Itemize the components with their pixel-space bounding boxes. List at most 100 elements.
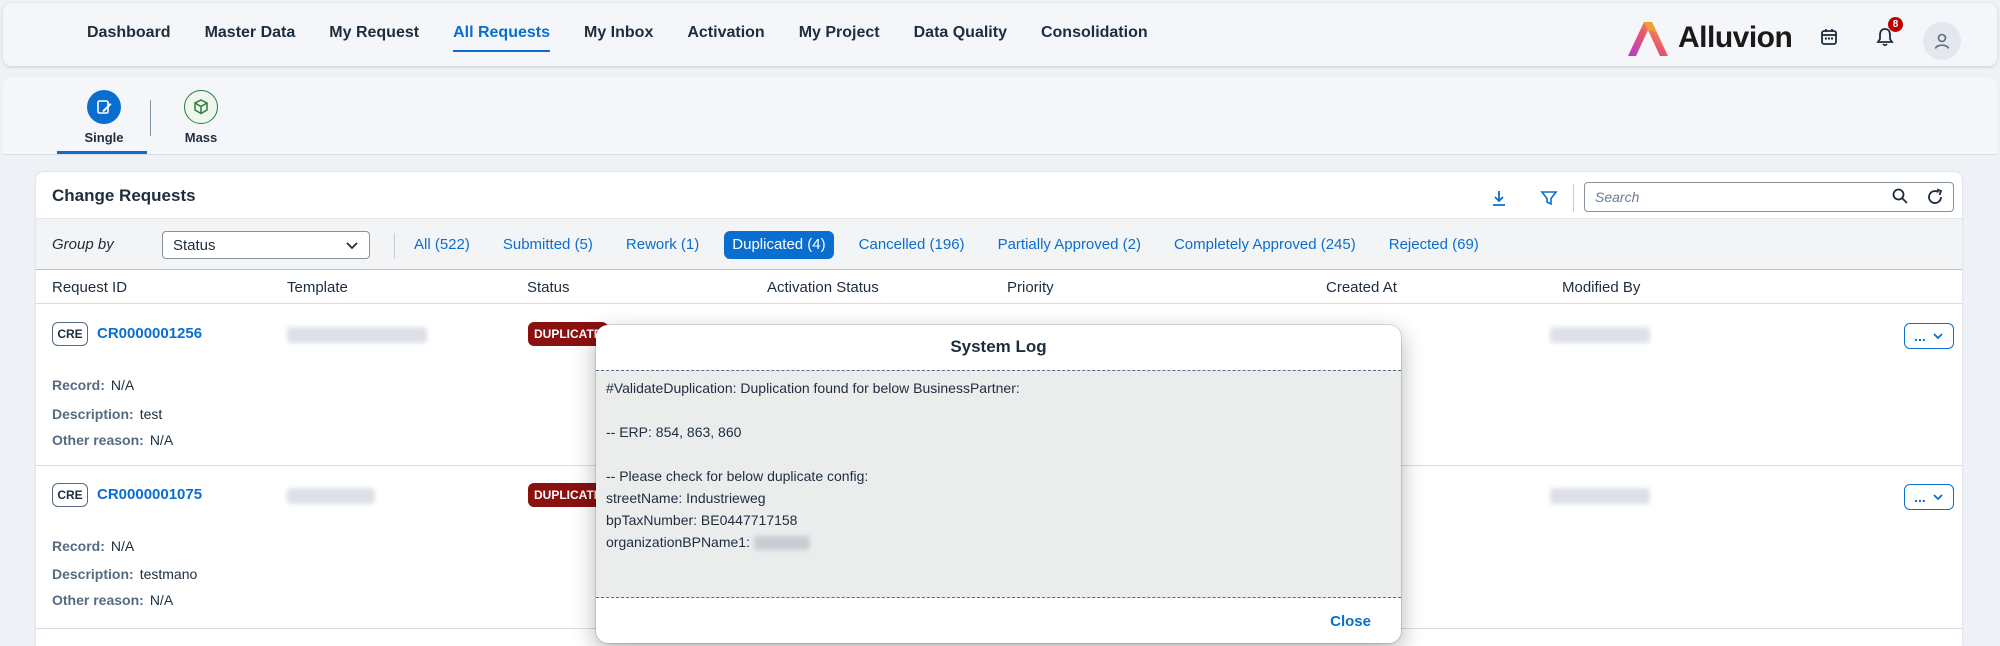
- description-value: testmano: [139, 566, 198, 582]
- column-request-id[interactable]: Request ID: [52, 279, 127, 296]
- tab-completely-approved[interactable]: Completely Approved (245): [1166, 231, 1364, 259]
- row-actions-button[interactable]: ...: [1904, 323, 1954, 349]
- brand-logo: Alluvion: [1626, 18, 1793, 58]
- bell-icon[interactable]: 8: [1873, 17, 1903, 49]
- row-description: Description: test: [52, 406, 162, 422]
- mode-mass-label: Mass: [184, 130, 218, 145]
- nav-my-inbox[interactable]: My Inbox: [567, 3, 670, 66]
- status-tabs: All (522) Submitted (5) Rework (1) Dupli…: [406, 231, 1504, 259]
- system-log-dialog: System Log #ValidateDuplication: Duplica…: [596, 325, 1401, 643]
- table-header: Request ID Template Status Activation St…: [36, 270, 1962, 304]
- row-description: Description: testmano: [52, 566, 197, 582]
- main-nav: Dashboard Master Data My Request All Req…: [70, 3, 1165, 66]
- mode-single-label: Single: [84, 130, 124, 145]
- column-template[interactable]: Template: [287, 279, 348, 296]
- mode-mass[interactable]: Mass: [171, 90, 231, 145]
- modified-by-redacted: [1550, 327, 1650, 343]
- column-status[interactable]: Status: [527, 279, 570, 296]
- user-icon: [1934, 33, 1950, 49]
- chevron-down-icon: [345, 238, 359, 256]
- top-navigation-bar: Dashboard Master Data My Request All Req…: [3, 3, 1997, 66]
- filter-bar: Group by Status All (522) Submitted (5) …: [36, 218, 1962, 270]
- log-line-org-name: organizationBPName1:: [606, 531, 1391, 553]
- type-badge: CRE: [52, 322, 88, 346]
- other-reason-label: Other reason:: [52, 592, 144, 608]
- download-icon[interactable]: [1487, 186, 1511, 210]
- nav-master-data[interactable]: Master Data: [188, 3, 313, 66]
- record-value: N/A: [110, 377, 135, 393]
- tab-cancelled[interactable]: Cancelled (196): [851, 231, 973, 259]
- nav-consolidation[interactable]: Consolidation: [1024, 3, 1165, 66]
- search-icon[interactable]: [1891, 187, 1909, 210]
- tab-partially-approved[interactable]: Partially Approved (2): [990, 231, 1149, 259]
- column-created-at[interactable]: Created At: [1326, 279, 1397, 296]
- nav-data-quality[interactable]: Data Quality: [897, 3, 1024, 66]
- nav-activation[interactable]: Activation: [670, 3, 781, 66]
- search-input[interactable]: [1585, 183, 1885, 211]
- notification-count-badge: 8: [1888, 17, 1903, 32]
- mode-single[interactable]: Single: [74, 90, 134, 145]
- refresh-icon[interactable]: [1925, 187, 1945, 212]
- tab-rejected[interactable]: Rejected (69): [1381, 231, 1487, 259]
- dialog-title: System Log: [950, 337, 1047, 356]
- request-id-link[interactable]: CR0000001256: [97, 325, 202, 342]
- template-redacted: [287, 488, 375, 504]
- log-line: #ValidateDuplication: Duplication found …: [606, 380, 1020, 396]
- log-content[interactable]: #ValidateDuplication: Duplication found …: [596, 370, 1401, 598]
- row-actions-button[interactable]: ...: [1904, 484, 1954, 510]
- alluvion-logo-icon: [1628, 22, 1668, 56]
- row-record: Record: N/A: [52, 538, 134, 554]
- group-by-label: Group by: [52, 236, 114, 253]
- log-line: -- Please check for below duplicate conf…: [606, 468, 869, 484]
- nav-my-request[interactable]: My Request: [312, 3, 436, 66]
- row-record: Record: N/A: [52, 377, 134, 393]
- nav-dashboard[interactable]: Dashboard: [70, 3, 188, 66]
- org-name-label: organizationBPName1:: [606, 534, 750, 550]
- nav-all-requests[interactable]: All Requests: [436, 3, 567, 66]
- record-label: Record:: [52, 377, 105, 393]
- org-name-redacted: [753, 536, 810, 551]
- filter-separator: [394, 233, 395, 259]
- card-title: Change Requests: [52, 186, 196, 205]
- mode-switcher-bar: Single Mass: [3, 77, 1997, 155]
- single-request-icon: [87, 90, 121, 124]
- log-line: streetName: Industrieweg: [606, 490, 766, 506]
- other-reason-value: N/A: [149, 432, 174, 448]
- column-modified-by[interactable]: Modified By: [1562, 279, 1640, 296]
- request-id-link[interactable]: CR0000001075: [97, 486, 202, 503]
- mode-active-indicator: [57, 151, 147, 154]
- tab-submitted[interactable]: Submitted (5): [495, 231, 601, 259]
- description-value: test: [139, 406, 163, 422]
- modified-by-redacted: [1550, 488, 1650, 504]
- close-button[interactable]: Close: [1330, 613, 1371, 630]
- record-label: Record:: [52, 538, 105, 554]
- group-by-select[interactable]: Status: [162, 231, 370, 259]
- record-value: N/A: [110, 538, 135, 554]
- brand-name: Alluvion: [1678, 21, 1793, 54]
- mode-divider: [150, 100, 151, 136]
- search-field[interactable]: [1584, 182, 1954, 212]
- calendar-icon[interactable]: [1817, 25, 1841, 49]
- chevron-down-icon: [1933, 494, 1943, 501]
- mass-request-icon: [184, 90, 218, 124]
- toolbar-separator: [1573, 184, 1574, 212]
- nav-my-project[interactable]: My Project: [782, 3, 897, 66]
- description-label: Description:: [52, 406, 134, 422]
- user-avatar[interactable]: [1923, 22, 1961, 60]
- log-line: -- ERP: 854, 863, 860: [606, 424, 742, 440]
- column-priority[interactable]: Priority: [1007, 279, 1054, 296]
- type-badge: CRE: [52, 483, 88, 507]
- tab-duplicated[interactable]: Duplicated (4): [724, 231, 834, 259]
- filter-icon[interactable]: [1537, 186, 1561, 210]
- column-activation-status[interactable]: Activation Status: [767, 279, 879, 296]
- row-other-reason: Other reason: N/A: [52, 592, 173, 608]
- row-actions-label: ...: [1914, 489, 1926, 505]
- tab-rework[interactable]: Rework (1): [618, 231, 707, 259]
- tab-all[interactable]: All (522): [406, 231, 478, 259]
- log-line: bpTaxNumber: BE0447717158: [606, 512, 798, 528]
- group-by-value: Status: [173, 237, 216, 254]
- chevron-down-icon: [1933, 333, 1943, 340]
- row-other-reason: Other reason: N/A: [52, 432, 173, 448]
